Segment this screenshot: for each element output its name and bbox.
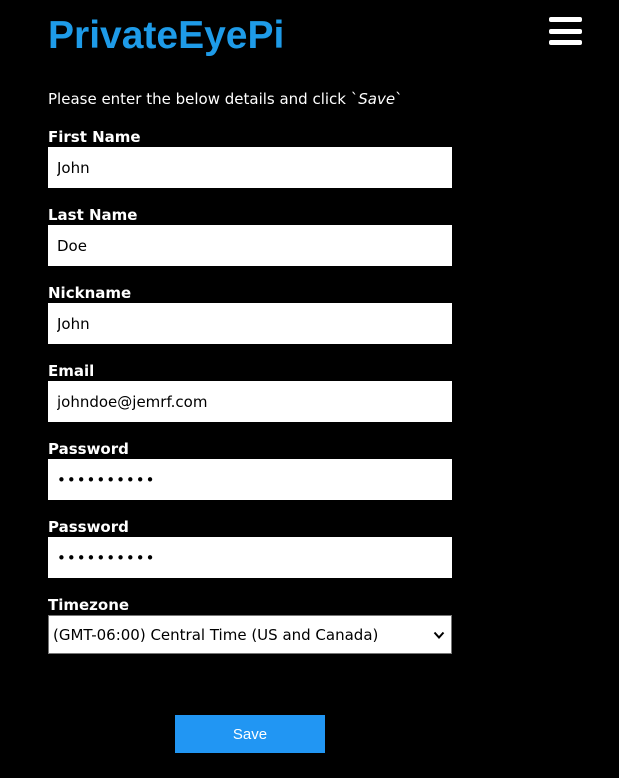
first-name-label: First Name <box>48 128 141 146</box>
first-name-input[interactable] <box>48 147 452 188</box>
nickname-input[interactable] <box>48 303 452 344</box>
intro-suffix: ` <box>395 90 403 108</box>
intro-save-word: Save <box>358 90 396 108</box>
password-input[interactable] <box>48 459 452 500</box>
password-confirm-input[interactable] <box>48 537 452 578</box>
timezone-selected-value: (GMT-06:00) Central Time (US and Canada) <box>53 625 379 644</box>
intro-prefix: Please enter the below details and click… <box>48 90 359 108</box>
nickname-label: Nickname <box>48 284 132 302</box>
save-button[interactable]: Save <box>175 715 325 753</box>
timezone-label: Timezone <box>48 596 130 614</box>
chevron-down-icon <box>433 631 445 639</box>
email-input[interactable] <box>48 381 452 422</box>
last-name-label: Last Name <box>48 206 138 224</box>
last-name-input[interactable] <box>48 225 452 266</box>
timezone-select[interactable]: (GMT-06:00) Central Time (US and Canada) <box>48 615 452 654</box>
password-confirm-label: Password <box>48 518 129 536</box>
password-label: Password <box>48 440 129 458</box>
page: PrivateEyePi Please enter the below deta… <box>0 0 619 778</box>
intro-text: Please enter the below details and click… <box>48 89 403 109</box>
menu-bar <box>549 40 582 45</box>
brand-logo[interactable]: PrivateEyePi <box>48 12 284 60</box>
hamburger-menu-icon[interactable] <box>549 16 583 46</box>
menu-bar <box>549 29 582 34</box>
menu-bar <box>549 17 582 22</box>
email-label: Email <box>48 362 95 380</box>
